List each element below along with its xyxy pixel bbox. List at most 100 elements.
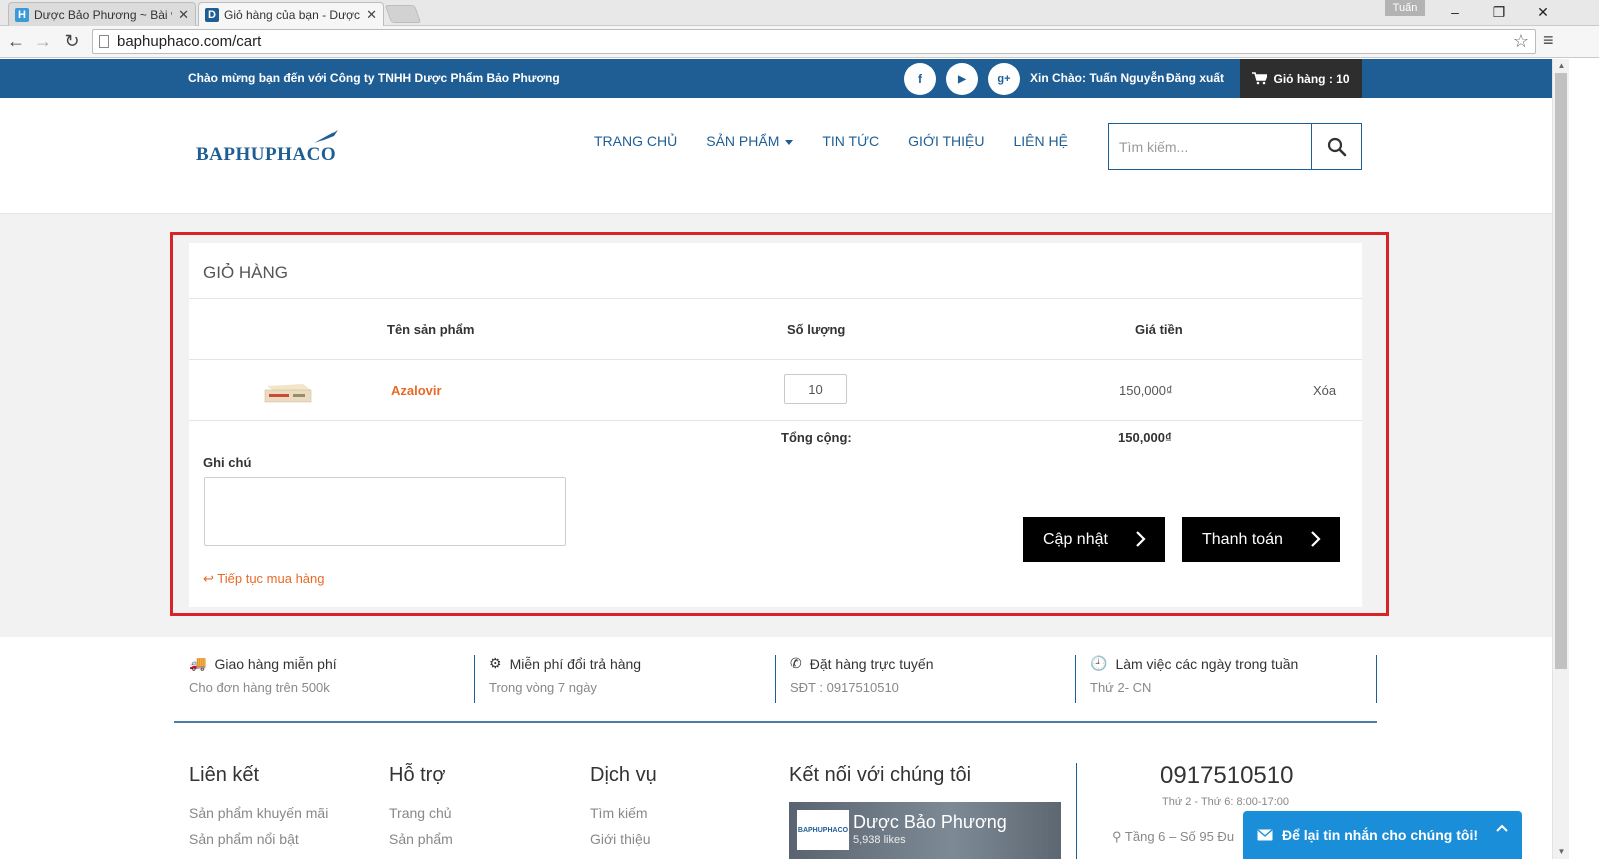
map-marker-icon: ⚲ <box>1112 829 1122 844</box>
browser-tab-1[interactable]: H Dược Bảo Phương ~ Bài vi ✕ <box>8 2 196 26</box>
truck-icon: 🚚 <box>189 655 207 671</box>
quantity-input[interactable] <box>784 374 847 404</box>
restore-icon[interactable]: ❐ <box>1484 2 1514 22</box>
phone-icon: ✆ <box>790 655 802 671</box>
clock-icon: 🕘 <box>1090 655 1108 671</box>
site-header: BAPHUPHACO TRANG CHỦ SẢN PHẨM TIN TỨC GI… <box>0 98 1552 214</box>
chat-widget[interactable]: Để lại tin nhắn cho chúng tôi! <box>1243 811 1522 859</box>
site-logo[interactable]: BAPHUPHACO <box>196 144 336 166</box>
chevron-up-icon[interactable] <box>1496 824 1508 832</box>
fb-page-logo: BAPHUPHACO <box>797 810 849 850</box>
facebook-icon[interactable]: f <box>904 63 936 95</box>
continue-shopping-link[interactable]: ↩ Tiếp tục mua hàng <box>203 571 325 587</box>
nav-contact[interactable]: LIÊN HỆ <box>1013 133 1067 149</box>
welcome-text: Chào mừng bạn đến với Công ty TNHH Dược … <box>188 71 560 85</box>
nav-products[interactable]: SẢN PHẨM <box>706 133 794 149</box>
feature-working-days: 🕘 Làm việc các ngày trong tuần Thứ 2- CN <box>1090 655 1298 703</box>
chevron-right-icon <box>1136 531 1146 547</box>
search-input[interactable] <box>1109 124 1311 169</box>
forward-icon[interactable]: → <box>32 30 54 52</box>
page-icon <box>99 35 109 48</box>
feature-subtitle: Cho đơn hàng trên 500k <box>189 680 330 695</box>
footer-link[interactable]: Trang chủ <box>389 805 453 821</box>
opening-hours: Thứ 2 - Thứ 6: 8:00-17:00 <box>1162 796 1290 808</box>
footer-heading: Kết nối với chúng tôi <box>789 764 972 786</box>
update-button[interactable]: Cập nhật <box>1023 517 1165 562</box>
nav-about[interactable]: GIỚI THIỆU <box>908 133 984 149</box>
address: ⚲ Tầng 6 – Số 95 Đu <box>1112 829 1234 845</box>
minimize-icon[interactable]: – <box>1440 2 1470 22</box>
feature-online-order: ✆ Đặt hàng trực tuyến SĐT : 0917510510 <box>790 655 934 703</box>
cart-panel: GIỎ HÀNG Tên sản phẩm Số lượng Giá tiền … <box>189 243 1362 607</box>
search-icon <box>1327 137 1346 156</box>
google-plus-icon[interactable]: g+ <box>988 63 1020 95</box>
bookmark-star-icon[interactable]: ☆ <box>1513 30 1529 53</box>
profile-badge[interactable]: Tuấn <box>1385 0 1425 16</box>
scrollbar-thumb[interactable] <box>1555 73 1567 669</box>
address-text: Tầng 6 – Số 95 Đu <box>1124 829 1235 844</box>
note-label: Ghi chú <box>203 455 252 470</box>
feature-subtitle: SĐT : 0917510510 <box>790 680 899 695</box>
product-name-link[interactable]: Azalovir <box>391 383 442 398</box>
divider <box>189 420 1362 421</box>
update-button-label: Cập nhật <box>1043 530 1108 548</box>
column-price: Giá tiền <box>1135 322 1183 337</box>
feature-free-shipping: 🚚 Giao hàng miễn phí Cho đơn hàng trên 50… <box>189 655 337 703</box>
footer-link[interactable]: Sản phẩm nổi bật <box>189 831 328 847</box>
footer-link[interactable]: Sản phẩm khuyến mãi <box>189 805 328 821</box>
divider <box>474 655 475 703</box>
tab-close-icon[interactable]: ✕ <box>178 7 189 23</box>
cart-button[interactable]: Giỏ hàng : 10 <box>1240 59 1362 98</box>
facebook-page-widget[interactable]: BAPHUPHACO Dược Bảo Phương 5,938 likes <box>789 802 1061 859</box>
youtube-icon[interactable]: ▶ <box>946 63 978 95</box>
product-thumbnail[interactable] <box>263 380 313 404</box>
feature-title: Giao hàng miễn phí <box>214 655 337 672</box>
user-greeting[interactable]: Xin Chào: Tuấn Nguyễn <box>1030 71 1164 85</box>
fb-page-name[interactable]: Dược Bảo Phương <box>853 812 1007 833</box>
new-tab-button[interactable] <box>384 5 422 23</box>
reload-icon[interactable]: ↻ <box>61 30 83 52</box>
scroll-up-icon[interactable]: ▲ <box>1553 59 1570 73</box>
column-quantity: Số lượng <box>787 322 846 337</box>
url-field[interactable]: baphuphaco.com/cart ☆ <box>92 29 1536 54</box>
checkout-button[interactable]: Thanh toán <box>1182 517 1340 562</box>
feature-title: Đặt hàng trực tuyến <box>809 655 934 672</box>
feature-free-returns: ⚙ Miễn phí đổi trả hàng Trong vòng 7 ngày <box>489 655 641 703</box>
footer-services: Dịch vụ Tìm kiếm Giới thiệu <box>590 764 657 857</box>
feature-title: Làm việc các ngày trong tuần <box>1115 655 1299 672</box>
note-textarea[interactable] <box>204 477 566 546</box>
column-product-name: Tên sản phẩm <box>387 322 475 337</box>
browser-tab-2[interactable]: D Giỏ hàng của bạn - Dược ✕ <box>198 2 384 26</box>
tab-title: Dược Bảo Phương ~ Bài vi <box>34 7 173 22</box>
footer-link[interactable]: Tìm kiếm <box>590 805 657 821</box>
gear-icon: ⚙ <box>489 655 502 671</box>
nav-home[interactable]: TRANG CHỦ <box>594 133 677 149</box>
cart-icon <box>1252 72 1268 85</box>
logout-link[interactable]: Đăng xuất <box>1166 71 1224 85</box>
footer-support: Hỗ trợ Trang chủ Sản phẩm <box>389 764 453 857</box>
caret-down-icon <box>785 139 794 145</box>
footer-heading: Dịch vụ <box>590 764 657 786</box>
nav-news[interactable]: TIN TỨC <box>822 133 879 149</box>
chat-label: Để lại tin nhắn cho chúng tôi! <box>1282 827 1478 843</box>
tab-close-icon[interactable]: ✕ <box>366 7 377 23</box>
footer-link[interactable]: Giới thiệu <box>590 831 657 847</box>
footer-link[interactable]: Sản phẩm <box>389 831 453 847</box>
checkout-button-label: Thanh toán <box>1202 530 1283 548</box>
divider <box>1076 763 1077 859</box>
close-window-icon[interactable]: ✕ <box>1528 2 1558 22</box>
delete-item-link[interactable]: Xóa <box>1313 383 1336 398</box>
divider <box>189 359 1362 360</box>
web-page: Chào mừng bạn đến với Công ty TNHH Dược … <box>0 59 1552 859</box>
scroll-down-icon[interactable]: ▼ <box>1553 845 1570 859</box>
feature-title: Miễn phí đổi trả hàng <box>509 655 642 672</box>
divider <box>1376 655 1377 703</box>
footer-heading: Liên kết <box>189 764 260 786</box>
divider <box>775 655 776 703</box>
search-button[interactable] <box>1311 124 1361 169</box>
back-icon[interactable]: ← <box>5 30 27 52</box>
feature-subtitle: Trong vòng 7 ngày <box>489 680 597 695</box>
divider <box>189 298 1362 299</box>
page-scrollbar[interactable]: ▲ ▼ <box>1552 59 1569 859</box>
browser-menu-icon[interactable]: ≡ <box>1543 30 1554 51</box>
